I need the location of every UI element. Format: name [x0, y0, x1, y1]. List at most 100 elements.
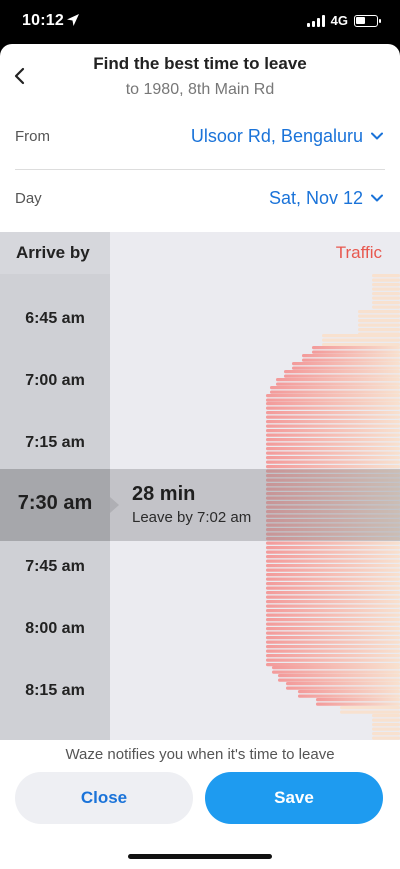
traffic-bar: [322, 338, 400, 342]
time-slot[interactable]: 6:45 am: [0, 310, 110, 328]
traffic-bar: [372, 287, 400, 291]
traffic-bar: [276, 382, 400, 386]
traffic-bar: [266, 398, 400, 402]
leave-time-sheet: Find the best time to leave to 1980, 8th…: [0, 44, 400, 869]
traffic-bar: [372, 292, 400, 296]
from-row[interactable]: From Ulsoor Rd, Bengaluru: [15, 108, 385, 170]
traffic-bar: [266, 402, 400, 406]
traffic-bar: [312, 346, 400, 350]
traffic-bar: [302, 358, 400, 362]
traffic-bar: [278, 678, 400, 682]
traffic-bar: [292, 366, 400, 370]
traffic-bar: [358, 310, 400, 314]
traffic-bar: [266, 447, 400, 451]
leave-by-time: Leave by 7:02 am: [132, 509, 252, 526]
traffic-bar: [266, 595, 400, 599]
traffic-bar: [298, 690, 400, 694]
arrival-time-picker[interactable]: Arrive by Traffic 6:45 am 7:00 am 7:15 a…: [0, 232, 400, 740]
save-button[interactable]: Save: [205, 772, 383, 824]
traffic-bar: [266, 406, 400, 410]
traffic-bar: [266, 442, 400, 446]
traffic-bar: [266, 420, 400, 424]
traffic-bar: [266, 613, 400, 617]
location-arrow-icon: [67, 14, 79, 26]
traffic-bar: [266, 663, 400, 667]
chevron-down-icon[interactable]: [371, 132, 383, 140]
traffic-bar: [266, 451, 400, 455]
traffic-bar: [322, 334, 400, 338]
traffic-bar: [358, 323, 400, 327]
traffic-bar: [266, 438, 400, 442]
day-label: Day: [15, 190, 42, 207]
traffic-bar: [272, 666, 400, 670]
picker-header: Arrive by Traffic: [0, 232, 400, 274]
page-title: Find the best time to leave: [93, 54, 307, 73]
arrive-by-label: Arrive by: [0, 232, 110, 274]
traffic-bar: [372, 283, 400, 287]
traffic-bar: [266, 559, 400, 563]
traffic-bar: [266, 433, 400, 437]
traffic-bar: [270, 386, 400, 390]
traffic-bar: [372, 718, 400, 722]
traffic-bar: [266, 415, 400, 419]
traffic-bar: [266, 604, 400, 608]
traffic-bar: [316, 702, 400, 706]
traffic-bar: [372, 727, 400, 731]
status-time: 10:12: [22, 12, 64, 29]
traffic-bar: [266, 555, 400, 559]
traffic-bar: [266, 622, 400, 626]
close-button[interactable]: Close: [15, 772, 193, 824]
traffic-bar: [266, 627, 400, 631]
battery-icon: [354, 14, 381, 27]
traffic-bar: [266, 546, 400, 550]
traffic-bar: [266, 591, 400, 595]
selected-time-band[interactable]: 7:30 am 28 min Leave by 7:02 am: [0, 469, 400, 541]
traffic-bar: [266, 586, 400, 590]
pointer-arrow-icon: [110, 497, 119, 513]
traffic-bar: [358, 314, 400, 318]
traffic-bar: [358, 328, 400, 332]
time-slot[interactable]: 7:45 am: [0, 558, 110, 576]
traffic-bar: [298, 694, 400, 698]
destination-subtitle: to 1980, 8th Main Rd: [125, 81, 275, 98]
traffic-bar: [372, 301, 400, 305]
traffic-label: Traffic: [335, 243, 382, 262]
time-slot[interactable]: 8:15 am: [0, 682, 110, 700]
time-slot[interactable]: 7:00 am: [0, 372, 110, 390]
traffic-bar: [358, 319, 400, 323]
traffic-bar: [266, 645, 400, 649]
traffic-bar: [372, 305, 400, 309]
traffic-bar: [266, 600, 400, 604]
traffic-bar: [266, 618, 400, 622]
home-indicator: [128, 854, 272, 859]
traffic-bar: [270, 390, 400, 394]
traffic-bar: [266, 394, 400, 398]
traffic-bar: [286, 682, 400, 686]
traffic-bar: [266, 429, 400, 433]
time-slot[interactable]: 7:15 am: [0, 434, 110, 452]
traffic-bar: [266, 411, 400, 415]
traffic-bar: [266, 636, 400, 640]
traffic-bar: [312, 350, 400, 354]
selected-arrival-time[interactable]: 7:30 am: [0, 492, 110, 515]
trip-duration: 28 min: [132, 483, 196, 505]
chevron-down-icon[interactable]: [371, 194, 383, 202]
traffic-bar: [292, 362, 400, 366]
traffic-bar: [266, 649, 400, 653]
traffic-bar: [266, 424, 400, 428]
from-value[interactable]: Ulsoor Rd, Bengaluru: [191, 126, 363, 147]
traffic-bar: [372, 278, 400, 282]
traffic-bar: [266, 541, 400, 545]
day-value[interactable]: Sat, Nov 12: [269, 188, 363, 209]
traffic-bar: [266, 573, 400, 577]
time-slot[interactable]: 8:00 am: [0, 620, 110, 638]
traffic-bar: [372, 723, 400, 727]
day-row[interactable]: Day Sat, Nov 12: [15, 170, 385, 232]
traffic-bar: [266, 465, 400, 469]
traffic-bar: [266, 456, 400, 460]
traffic-bar: [372, 732, 400, 736]
footer: Waze notifies you when it's time to leav…: [0, 740, 400, 869]
traffic-bar: [316, 698, 400, 702]
traffic-bar: [266, 568, 400, 572]
traffic-bar: [266, 609, 400, 613]
